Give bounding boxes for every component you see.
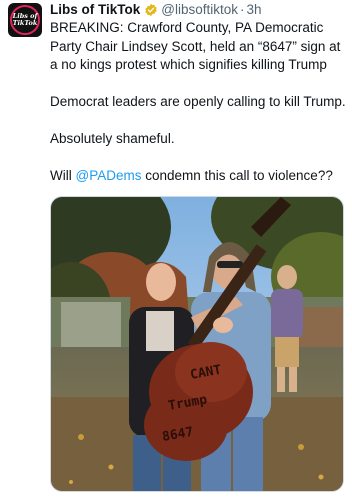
paragraph-prefix: Will (50, 168, 76, 183)
tweet-paragraph: BREAKING: Crawford County, PA Democratic… (50, 20, 341, 72)
tweet-paragraph: Democrat leaders are openly calling to k… (50, 94, 346, 109)
tweet-photo[interactable]: CANT Trump 8647 (50, 196, 344, 492)
tweet-text: BREAKING: Crawford County, PA Democratic… (50, 19, 348, 204)
tweet-header: Libs of TikTok @libsoftiktok · 3h (50, 1, 262, 19)
tweet-paragraph: Will @PADems condemn this call to violen… (50, 167, 348, 186)
tweet-timestamp[interactable]: 3h (247, 1, 262, 19)
author-avatar[interactable]: Libs of TikTok (8, 3, 42, 37)
verified-badge-icon (144, 3, 158, 17)
avatar-logo: Libs of TikTok (10, 5, 40, 35)
mention-link[interactable]: @PADems (76, 168, 142, 183)
paragraph-suffix: condemn this call to violence?? (141, 168, 333, 183)
author-handle[interactable]: @libsoftiktok (161, 1, 238, 19)
separator-dot: · (240, 2, 245, 17)
tweet-paragraph: Absolutely shameful. (50, 131, 175, 146)
author-name[interactable]: Libs of TikTok (50, 1, 140, 19)
